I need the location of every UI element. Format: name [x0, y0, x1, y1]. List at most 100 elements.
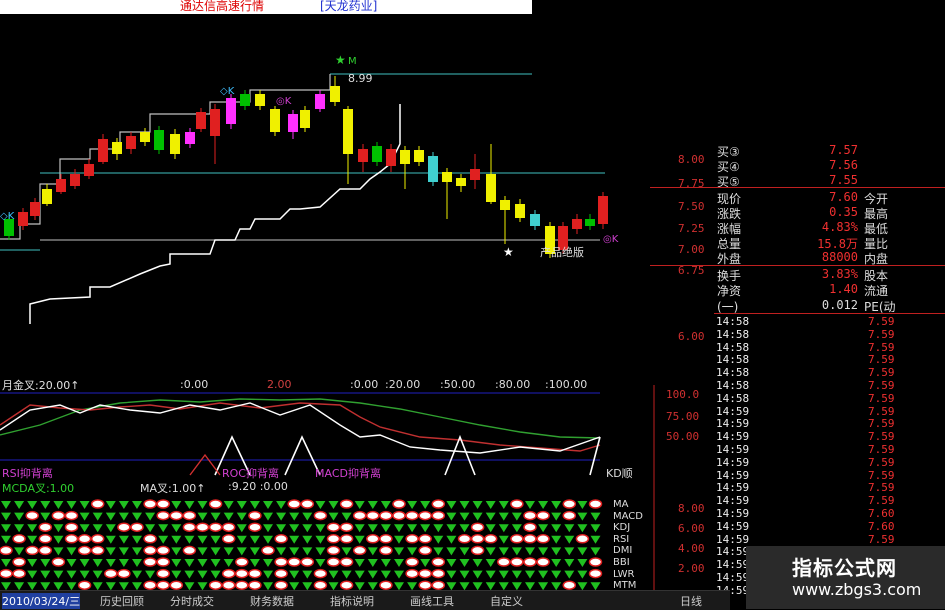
tick-price: 7.59 — [868, 455, 895, 469]
signal-up-marker — [235, 580, 249, 590]
signal-up-marker — [90, 534, 105, 544]
signal-down-arrow — [289, 547, 300, 556]
signal-down-arrow — [40, 570, 51, 579]
tick-time: 14:59 — [716, 494, 750, 508]
signal-up-marker — [523, 522, 537, 532]
signal-down-arrow — [40, 501, 51, 509]
signal-down-arrow — [577, 547, 588, 556]
signal-down-arrow — [394, 535, 404, 544]
signal-up-marker — [64, 522, 79, 532]
signal-up-marker — [470, 522, 485, 532]
signal-down-arrow — [459, 547, 470, 556]
candle-body — [400, 150, 410, 164]
signal-up-marker — [326, 534, 341, 544]
signal-down-arrow — [92, 559, 103, 567]
candle-body — [185, 132, 195, 144]
signal-down-arrow — [210, 559, 221, 567]
period-select[interactable]: 日线 — [680, 593, 702, 609]
signal-down-arrow — [249, 559, 260, 567]
signal-up-marker — [588, 499, 603, 509]
signal-down-arrow — [276, 547, 287, 556]
tick-price: 7.59 — [868, 379, 895, 392]
signal-up-marker — [405, 568, 419, 579]
signal-down-arrow — [66, 570, 77, 579]
kdj-header-val-6: :100.00 — [545, 378, 588, 391]
signal-down-arrow — [485, 501, 496, 509]
candle-body — [486, 174, 496, 202]
signal-down-arrow — [171, 559, 182, 567]
signal-down-arrow — [564, 570, 575, 579]
candle-body — [442, 172, 452, 182]
signal-up-marker — [418, 534, 432, 544]
signal-down-arrow — [354, 582, 365, 591]
quote-row: 买③ 7.57 — [650, 143, 945, 159]
signal-down-arrow — [171, 570, 182, 579]
signal-down-arrow — [66, 547, 77, 556]
stock-tag[interactable]: [天龙药业] — [320, 0, 377, 14]
signal-up-marker — [313, 580, 328, 590]
signal-down-arrow — [315, 501, 326, 509]
tab-draw-tools[interactable]: 画线工具 — [410, 593, 454, 609]
candle-body — [240, 94, 250, 106]
signal-up-marker — [25, 510, 39, 521]
lower-band — [29, 104, 401, 324]
signal-down-arrow — [433, 524, 444, 533]
candle-body — [500, 200, 510, 210]
signal-down-arrow — [132, 559, 142, 567]
candle-body — [70, 174, 80, 186]
signal-down-arrow — [354, 501, 365, 509]
signal-down-arrow — [1, 582, 11, 591]
signal-down-arrow — [485, 559, 496, 567]
signal-down-arrow — [577, 559, 588, 567]
signal-down-arrow — [551, 535, 562, 544]
signal-down-arrow — [380, 559, 391, 567]
tick-time: 14:59 — [716, 481, 750, 495]
tick-price: 7.59 — [868, 532, 895, 546]
signal-up-marker — [339, 499, 354, 509]
signal-up-marker — [313, 568, 328, 579]
candle-body — [585, 219, 595, 226]
tab-ticks[interactable]: 分时成交 — [170, 593, 214, 609]
signal-up-marker — [51, 510, 66, 521]
signal-down-arrow — [263, 559, 273, 567]
signal-down-arrow — [105, 524, 116, 533]
signal-peak-3 — [444, 434, 476, 476]
signal-down-arrow — [276, 501, 287, 509]
signal-down-arrow — [485, 570, 496, 579]
signal-down-arrow — [564, 547, 575, 556]
candle-body — [255, 94, 265, 106]
signal-up-marker — [117, 522, 131, 532]
signal-down-arrow — [446, 570, 457, 579]
kdj-scale-75: 75.00 — [666, 410, 700, 423]
signal-up-marker — [536, 557, 550, 567]
signal-down-arrow — [223, 547, 234, 556]
legend-kdj: KDJ — [613, 522, 631, 534]
signal-down-arrow — [276, 512, 287, 521]
signal-down-arrow — [105, 547, 116, 556]
candlestick-chart[interactable]: ★ M 8.99 ◇K ◇K ◎K ◎K ★ 产品绝版 — [0, 14, 650, 324]
signal-down-arrow — [485, 512, 496, 521]
signal-down-arrow — [459, 559, 470, 567]
signal-down-arrow — [315, 547, 326, 556]
signal-up-marker — [405, 557, 419, 567]
legend-bbi: BBI — [613, 557, 630, 568]
signal-down-arrow — [66, 559, 77, 567]
watermark-url: www.zbgs3.com — [792, 580, 922, 599]
signal-up-marker — [523, 534, 537, 544]
tick-price: 7.59 — [868, 481, 895, 495]
signal-scale-2: 2.00 — [678, 562, 705, 575]
signal-up-marker — [38, 545, 53, 556]
tab-history[interactable]: 历史回顾 — [100, 593, 144, 609]
signal-up-marker — [77, 580, 92, 590]
tab-indicator-help[interactable]: 指标说明 — [330, 593, 374, 609]
signal-up-marker — [156, 580, 170, 590]
signal-down-arrow — [498, 524, 509, 533]
tab-finance[interactable]: 财务数据 — [250, 593, 294, 609]
signal-matrix[interactable] — [0, 480, 660, 592]
signal-up-marker — [379, 580, 393, 590]
signal-up-marker — [143, 545, 157, 556]
quote-row: 净资 1.40 流通 — [650, 282, 945, 298]
signal-up-marker — [431, 580, 446, 590]
tab-custom[interactable]: 自定义 — [490, 593, 523, 609]
quote-row: 总量 15.8万 量比 — [650, 235, 945, 251]
